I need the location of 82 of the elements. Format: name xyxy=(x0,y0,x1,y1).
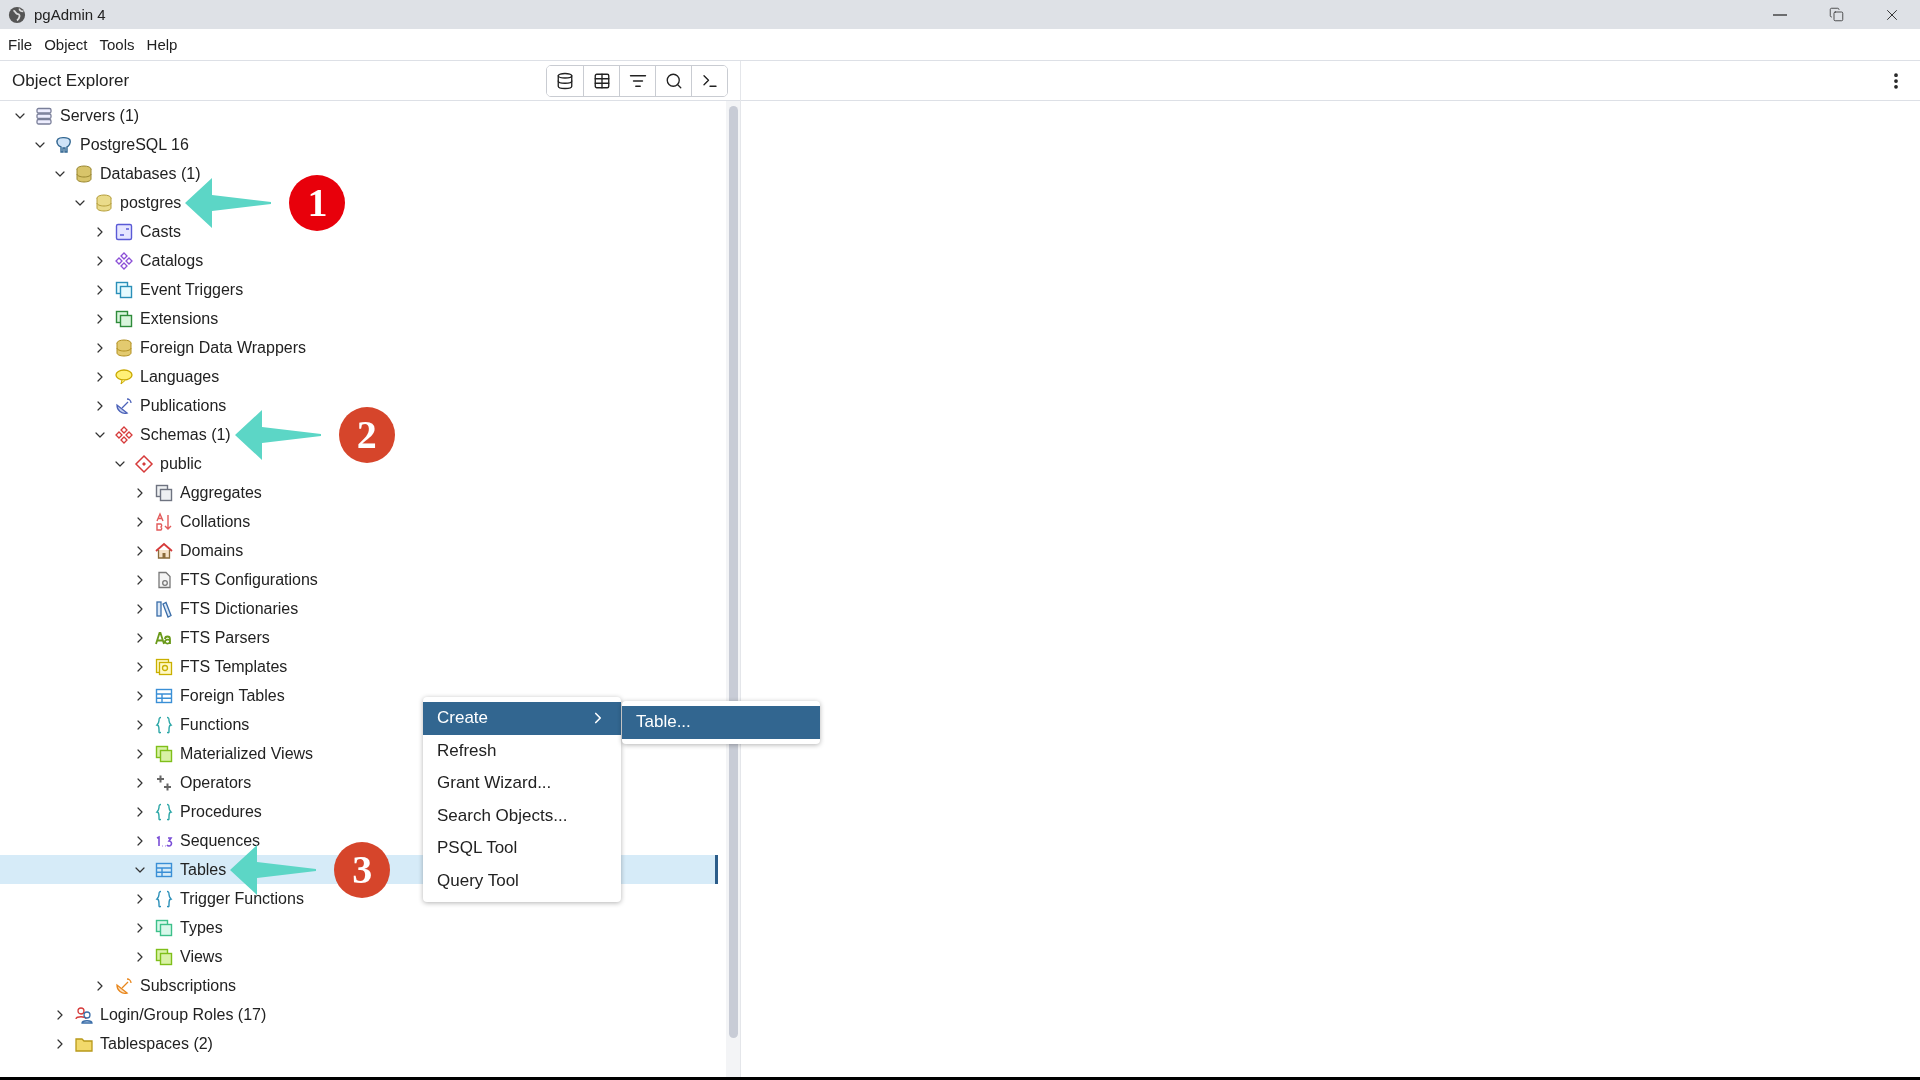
menu-item[interactable]: Help xyxy=(140,33,184,56)
speech-bubble-icon xyxy=(114,366,134,387)
window-title: pgAdmin 4 xyxy=(34,6,107,23)
aggregates-icon xyxy=(154,482,174,503)
tree-item[interactable]: Trigger Functions xyxy=(132,885,304,912)
tree-item[interactable]: public xyxy=(112,450,202,477)
tree-item[interactable]: Subscriptions xyxy=(92,972,237,999)
casts-icon xyxy=(114,221,134,242)
context-menu-item[interactable]: Refresh xyxy=(423,734,621,767)
tree-item[interactable]: Foreign Tables xyxy=(132,682,285,709)
table-icon xyxy=(592,71,611,90)
tree-item[interactable]: FTS Parsers xyxy=(132,624,270,651)
tree-item[interactable]: Operators xyxy=(132,769,252,796)
tree-item[interactable]: FTS Dictionaries xyxy=(132,595,299,622)
database-icon xyxy=(556,71,574,90)
context-menu-item[interactable]: Query Tool xyxy=(423,864,621,897)
context-menu-item[interactable]: Grant Wizard... xyxy=(423,767,621,800)
tree-item[interactable]: Tablespaces (2) xyxy=(52,1030,213,1057)
trigger-functions-icon xyxy=(154,888,174,909)
context-menu-item[interactable]: PSQL Tool xyxy=(423,832,621,865)
users-icon xyxy=(74,1004,94,1025)
panel-title: Object Explorer xyxy=(12,70,130,91)
tree-item[interactable]: FTS Templates xyxy=(132,653,288,680)
minimize-icon xyxy=(1773,13,1787,16)
menu-item[interactable]: Object xyxy=(38,33,94,56)
tree-item[interactable]: Views xyxy=(132,943,223,970)
foreign-data-wrapper-icon xyxy=(114,337,134,358)
sort-icon xyxy=(154,511,174,532)
terminal-button[interactable] xyxy=(691,65,727,96)
database-icon xyxy=(94,192,114,213)
template-search-icon xyxy=(154,656,174,677)
context-menu-item[interactable]: Search Objects... xyxy=(423,799,621,832)
callout-badge: 3 xyxy=(334,841,391,898)
views-icon xyxy=(154,946,174,967)
event-triggers-icon xyxy=(114,279,134,300)
tree-item[interactable]: Aggregates xyxy=(132,479,262,506)
tree-item[interactable]: Event Triggers xyxy=(92,276,244,303)
extensions-icon xyxy=(114,308,134,329)
books-icon xyxy=(154,598,174,619)
tree-item[interactable]: Login/Group Roles (17) xyxy=(52,1001,267,1028)
types-icon xyxy=(154,917,174,938)
app-icon xyxy=(8,5,26,24)
tree-item[interactable]: Procedures xyxy=(132,798,262,825)
tree-item[interactable]: Extensions xyxy=(92,305,219,332)
tree-item[interactable]: Foreign Data Wrappers xyxy=(92,334,306,361)
tree-item[interactable]: PostgreSQL 16 xyxy=(32,131,189,158)
tree-item[interactable]: FTS Configurations xyxy=(132,566,318,593)
tree-item[interactable]: Materialized Views xyxy=(132,740,314,767)
context-menu-item[interactable]: Table... xyxy=(622,706,820,739)
tree-item[interactable]: Types xyxy=(132,914,223,941)
braces-icon xyxy=(154,801,174,822)
menu-item[interactable]: File xyxy=(2,33,39,56)
satellite-dish-icon xyxy=(114,395,134,416)
tree-item[interactable]: Functions xyxy=(132,711,250,738)
callout-badge: 2 xyxy=(338,406,395,463)
tree-item[interactable]: Servers (1) xyxy=(12,102,140,129)
tree-item[interactable]: Publications xyxy=(92,392,227,419)
house-icon xyxy=(154,540,174,561)
catalogs-icon xyxy=(114,250,134,271)
menu-item[interactable]: Tools xyxy=(93,33,141,56)
materialized-views-icon xyxy=(154,743,174,764)
tree-item[interactable]: Domains xyxy=(132,537,244,564)
tree-item[interactable]: Schemas (1) xyxy=(92,421,231,448)
diamond-icon xyxy=(134,453,154,474)
tree-item[interactable]: Sequences xyxy=(132,827,261,854)
server-stack-icon xyxy=(34,105,54,126)
search-icon xyxy=(664,71,683,90)
tree-item[interactable]: Collations xyxy=(132,508,251,535)
scrollbar-thumb[interactable] xyxy=(728,106,738,1039)
database-stack-icon xyxy=(74,163,94,184)
schemas-icon xyxy=(114,424,134,445)
tree-item[interactable]: Casts xyxy=(92,218,181,245)
tree-item[interactable]: postgres xyxy=(72,189,182,216)
tree-item[interactable]: Databases (1) xyxy=(52,160,201,187)
tree-item[interactable]: Languages xyxy=(92,363,220,390)
tree-item[interactable]: Tables xyxy=(132,856,227,883)
callout-badge: 1 xyxy=(289,174,346,231)
tree-item[interactable]: Catalogs xyxy=(92,247,204,274)
restore-icon xyxy=(1828,7,1844,22)
satellite-dish-icon xyxy=(114,975,134,996)
context-menu-item[interactable]: Create xyxy=(423,702,621,735)
braces-icon xyxy=(154,714,174,735)
